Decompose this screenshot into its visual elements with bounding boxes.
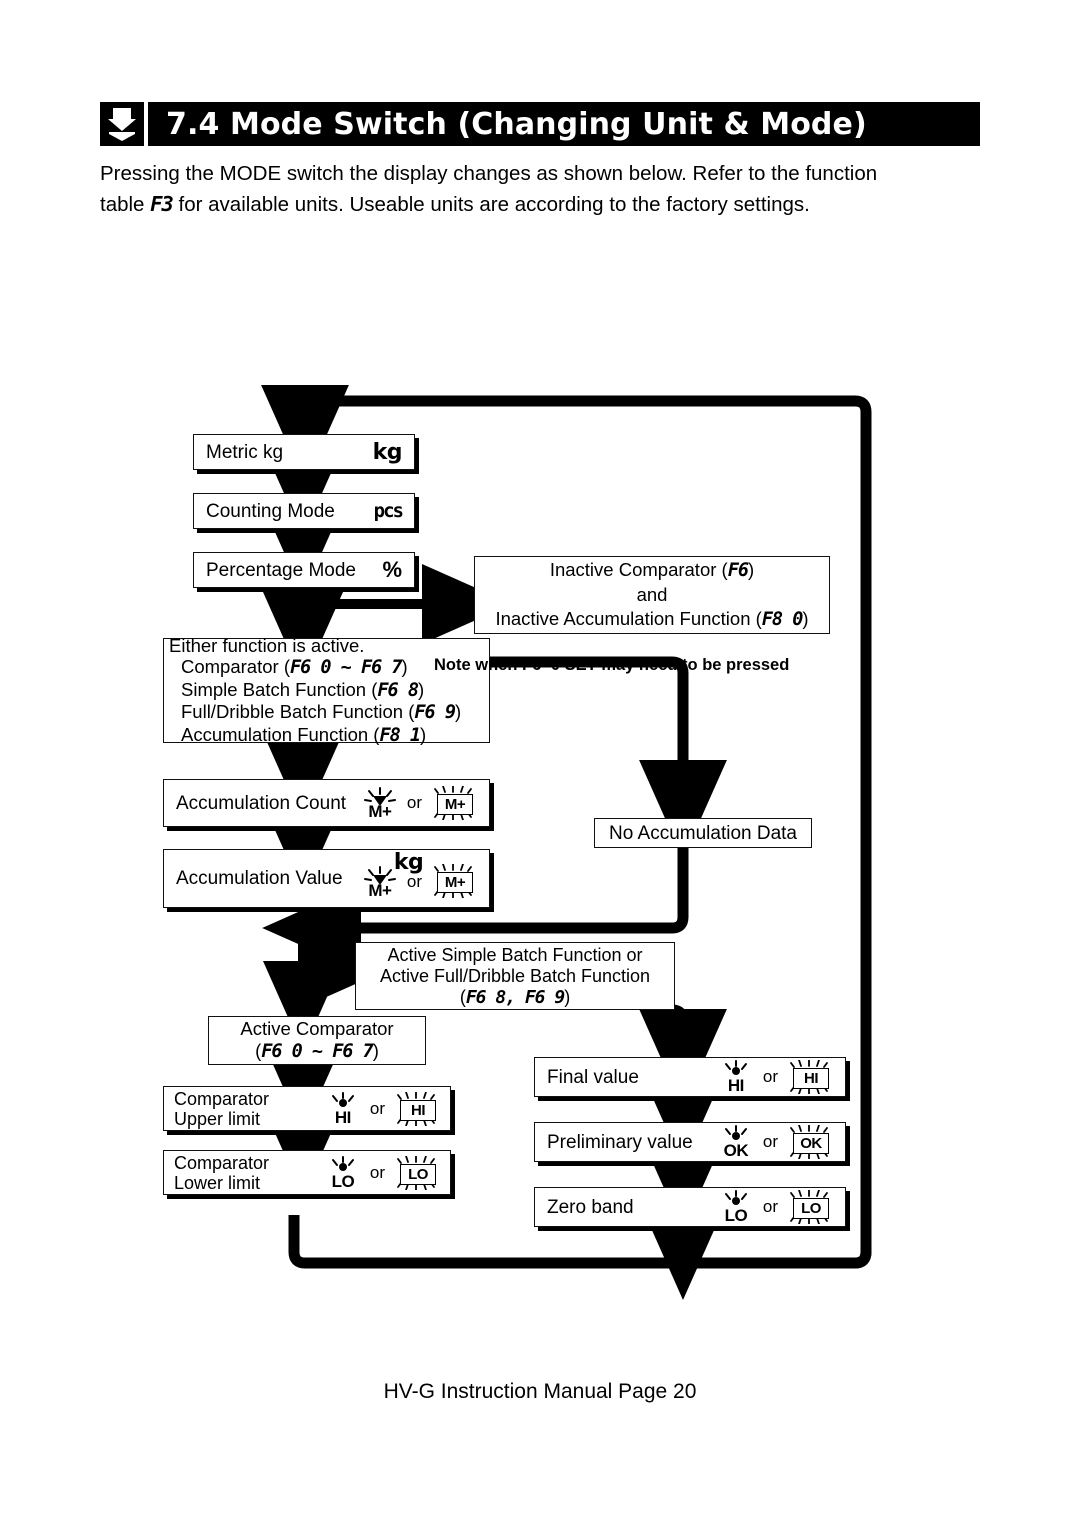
boxed-m-plus-icon: M+ <box>429 863 477 898</box>
active-batch-line-1: Active Simple Batch Function or <box>387 944 643 965</box>
inactive-line-2: and <box>636 584 668 605</box>
manual-page: 7.4 Mode Switch (Changing Unit & Mode) P… <box>0 0 1080 1528</box>
either-active-row-2: Full/Dribble Batch Function (F6 9) <box>181 701 462 724</box>
comparator-upper-limit-label: Comparator Upper limit <box>174 1088 270 1129</box>
page-footer: HV-G Instruction Manual Page 20 <box>383 1380 697 1403</box>
box-metric-kg[interactable]: Metric kg kg <box>193 434 415 470</box>
box-active-comparator[interactable]: Active Comparator (F6 0 ~ F6 7) <box>208 1016 426 1065</box>
flashing-hi-label: HI <box>334 1107 352 1127</box>
flashing-ok-icon: OK <box>716 1125 756 1160</box>
or-word: or <box>762 1067 778 1086</box>
box-active-batch-function[interactable]: Active Simple Batch Function or Active F… <box>355 942 675 1010</box>
metric-kg-label: Metric kg <box>206 441 284 463</box>
note-f6-set: Note when F6=0 SET may need to be presse… <box>434 656 790 674</box>
active-batch-line-3: (F6 8, F6 9) <box>459 986 571 1008</box>
inactive-line-3: Inactive Accumulation Function (F8 0) <box>495 608 809 630</box>
flashing-hi-label: HI <box>727 1076 745 1095</box>
accumulation-value-label: Accumulation Value <box>176 868 343 889</box>
boxed-hi-icon: HI <box>785 1060 833 1094</box>
percentage-mode-unit: % <box>382 557 402 582</box>
box-either-function-active[interactable]: Either function is active. Comparator (F… <box>163 634 490 746</box>
comparator-lower-indicators: LO or LO <box>323 1155 440 1191</box>
zero-band-indicators: LO or LO <box>716 1190 833 1225</box>
or-word: or <box>406 793 422 812</box>
boxed-m-plus-icon: M+ <box>429 786 477 820</box>
box-final-value[interactable]: Final value HI or HI <box>534 1057 846 1097</box>
accumulation-value-indicators: M+ kg or M+ <box>360 850 477 900</box>
flashing-lo-label: LO <box>331 1171 355 1191</box>
box-accumulation-value[interactable]: Accumulation Value M+ kg or M+ <box>163 849 490 908</box>
or-word: or <box>762 1197 778 1216</box>
box-percentage-mode[interactable]: Percentage Mode % <box>193 552 415 588</box>
box-accumulation-count[interactable]: Accumulation Count M+ or M+ <box>163 779 490 827</box>
percentage-mode-label: Percentage Mode <box>206 559 356 581</box>
box-zero-band[interactable]: Zero band LO or LO <box>534 1187 846 1227</box>
preliminary-value-indicators: OK or OK <box>716 1125 833 1160</box>
either-active-title: Either function is active. <box>169 634 365 656</box>
boxed-lo-icon: LO <box>392 1155 440 1190</box>
or-word: or <box>762 1132 778 1151</box>
zero-band-label: Zero band <box>547 1196 634 1218</box>
boxed-hi-label: HI <box>400 1099 436 1121</box>
flashing-lo-icon: LO <box>323 1155 363 1191</box>
final-value-indicators: HI or HI <box>716 1060 833 1095</box>
flashing-hi-icon: HI <box>323 1091 363 1127</box>
boxed-ok-label: OK <box>793 1133 829 1154</box>
boxed-lo-label: LO <box>793 1198 829 1219</box>
boxed-hi-label: HI <box>793 1068 829 1089</box>
or-word: or <box>406 871 422 891</box>
preliminary-value-label: Preliminary value <box>547 1131 693 1153</box>
mode-switch-flowchart: Metric kg kg Counting Mode pcs Percentag… <box>0 0 1080 1528</box>
box-comparator-lower-limit[interactable]: Comparator Lower limit LO or LO <box>163 1150 451 1195</box>
boxed-lo-icon: LO <box>785 1190 833 1224</box>
no-accumulation-data-label: No Accumulation Data <box>609 822 797 844</box>
flashing-m-plus-label: M+ <box>368 802 392 821</box>
boxed-lo-label: LO <box>400 1163 436 1185</box>
flashing-m-plus-icon: M+ <box>360 786 400 821</box>
counting-mode-unit: pcs <box>373 500 404 522</box>
comparator-lower-limit-label: Comparator Lower limit <box>174 1152 270 1193</box>
either-active-row-3: Accumulation Function (F8 1) <box>181 723 427 746</box>
box-comparator-upper-limit[interactable]: Comparator Upper limit HI or HI <box>163 1086 451 1131</box>
box-preliminary-value[interactable]: Preliminary value OK or OK <box>534 1122 846 1162</box>
flashing-ok-label: OK <box>723 1141 749 1160</box>
comparator-upper-indicators: HI or HI <box>323 1091 440 1127</box>
metric-kg-unit: kg <box>372 439 403 465</box>
boxed-hi-icon: HI <box>392 1091 440 1126</box>
active-comparator-line-1: Active Comparator <box>240 1018 394 1039</box>
box-counting-mode[interactable]: Counting Mode pcs <box>193 493 415 529</box>
flashing-lo-label: LO <box>724 1206 748 1225</box>
final-value-label: Final value <box>547 1066 639 1088</box>
boxed-m-plus-label: M+ <box>437 794 473 815</box>
flashing-hi-icon: HI <box>716 1060 756 1095</box>
accumulation-count-indicators: M+ or M+ <box>360 786 477 821</box>
flow-connectors <box>261 384 872 1301</box>
inactive-line-1: Inactive Comparator (F6) <box>549 559 755 581</box>
active-comparator-line-2: (F6 0 ~ F6 7) <box>255 1040 379 1062</box>
accumulation-value-unit: kg <box>393 849 424 875</box>
active-batch-line-2: Active Full/Dribble Batch Function <box>379 965 651 986</box>
accumulation-count-label: Accumulation Count <box>176 792 347 814</box>
flashing-lo-icon: LO <box>716 1190 756 1225</box>
either-active-row-1: Simple Batch Function (F6 8) <box>181 678 425 701</box>
flashing-m-plus-label: M+ <box>368 880 392 900</box>
boxed-m-plus-label: M+ <box>437 871 473 893</box>
counting-mode-label: Counting Mode <box>206 500 335 522</box>
box-no-accumulation-data[interactable]: No Accumulation Data <box>594 818 812 848</box>
or-word: or <box>369 1162 385 1182</box>
box-inactive-comparator[interactable]: Inactive Comparator (F6) and Inactive Ac… <box>474 556 830 634</box>
or-word: or <box>369 1098 385 1118</box>
boxed-ok-icon: OK <box>785 1125 833 1159</box>
